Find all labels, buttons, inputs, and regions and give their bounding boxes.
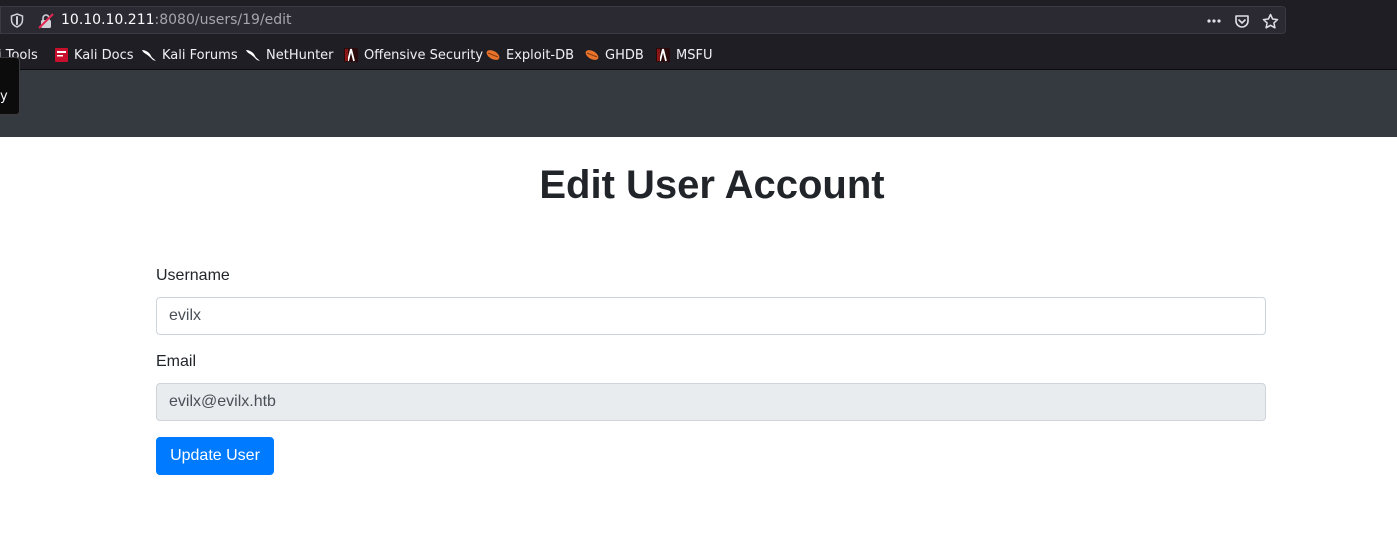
address-bar[interactable]: 10.10.10.211:8080/users/19/edit [0, 6, 1286, 34]
page-actions [1206, 12, 1279, 30]
bookmark-kali-docs[interactable]: Kali Docs [54, 46, 134, 64]
tooltip-text: y [0, 89, 8, 104]
bookmark-label: Kali Forums [162, 47, 238, 63]
bookmarks-toolbar: i Tools Kali Docs Kali Forums NetHunter … [0, 40, 1397, 70]
bookmark-tooltip: y [0, 57, 20, 115]
bookmark-label: NetHunter [266, 47, 334, 63]
bookmark-offensive-security[interactable]: Offensive Security [343, 46, 483, 64]
page-title: Edit User Account [539, 163, 885, 207]
url-host: 10.10.10.211 [61, 12, 155, 28]
more-actions-icon[interactable] [1206, 13, 1222, 29]
site-navbar [0, 70, 1397, 137]
kali-dragon-icon [142, 50, 156, 61]
email-label: Email [156, 353, 197, 370]
exploitdb-icon [486, 50, 500, 60]
browser-toolbar: 10.10.10.211:8080/users/19/edit [0, 0, 1397, 40]
bookmark-label: MSFU [676, 47, 713, 63]
exploitdb-icon [585, 50, 599, 60]
bookmark-label: Offensive Security [364, 47, 484, 63]
bookmark-ghdb[interactable]: GHDB [584, 46, 644, 64]
kali-dragon-icon [246, 50, 260, 61]
bookmark-kali-forums[interactable]: Kali Forums [141, 46, 238, 64]
username-label: Username [156, 267, 230, 284]
url-path: :8080/users/19/edit [154, 12, 292, 28]
bookmark-label: Exploit-DB [506, 47, 575, 63]
email-field[interactable] [156, 383, 1266, 421]
bookmark-label: Kali Docs [74, 47, 134, 63]
bookmark-msfu[interactable]: MSFU [655, 46, 712, 64]
pocket-icon[interactable] [1234, 13, 1250, 29]
offsec-icon [344, 48, 358, 62]
username-field[interactable] [156, 297, 1266, 335]
bookmark-nethunter[interactable]: NetHunter [245, 46, 334, 64]
bookmark-star-icon[interactable] [1262, 13, 1279, 30]
update-user-button[interactable]: Update User [156, 437, 274, 475]
offsec-icon [656, 48, 670, 62]
kali-docs-icon [55, 48, 68, 62]
bookmark-label: GHDB [605, 47, 644, 63]
insecure-lock-icon[interactable] [38, 13, 54, 29]
bookmark-exploit-db[interactable]: Exploit-DB [485, 46, 574, 64]
shield-icon[interactable] [10, 13, 24, 28]
url-text[interactable]: 10.10.10.211:8080/users/19/edit [61, 12, 292, 28]
